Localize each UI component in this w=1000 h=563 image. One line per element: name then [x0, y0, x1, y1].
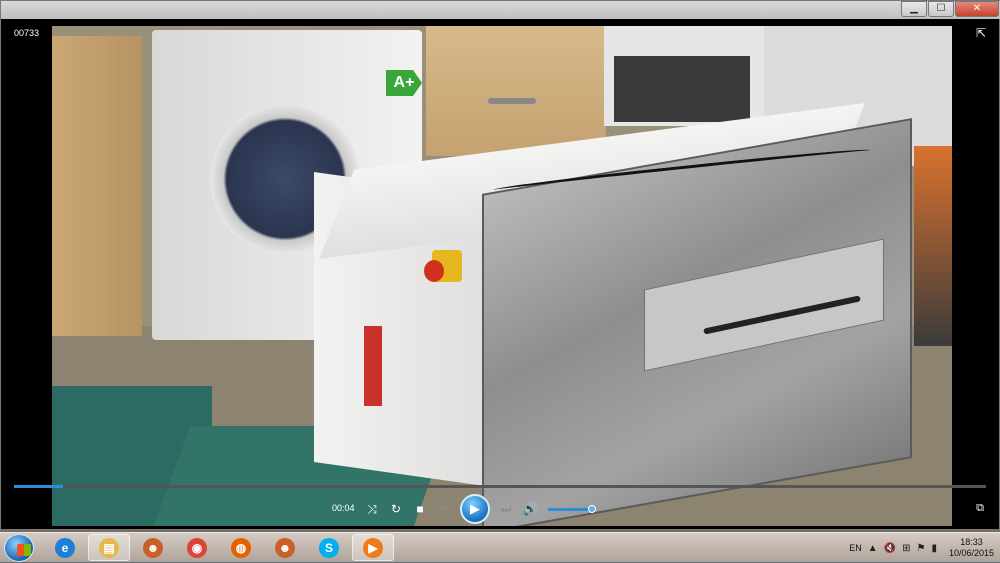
drawer-handle — [488, 98, 536, 104]
taskbar-app-wolf[interactable]: ☻ — [132, 534, 174, 561]
system-tray: EN ▲ 🔇 ⊞ ⚑ ▮ 18:33 10/06/2015 — [849, 533, 994, 563]
cabinet — [52, 36, 142, 336]
switch-to-library-icon[interactable]: ⇱ — [976, 26, 986, 40]
taskbar-media-player[interactable]: ▶ — [352, 534, 394, 561]
play-button[interactable]: ▶ — [460, 494, 490, 524]
title-bar[interactable]: ▁ ☐ ✕ — [1, 1, 1000, 19]
show-hidden-icons-icon[interactable]: ▲ — [868, 543, 878, 554]
app-wolf-icon: ☻ — [143, 537, 163, 558]
repeat-icon[interactable]: ↻ — [384, 502, 408, 516]
chrome-icon: ◉ — [187, 537, 207, 558]
drawer-unit — [426, 26, 606, 156]
close-button[interactable]: ✕ — [955, 1, 999, 17]
volume-tray-icon[interactable]: 🔇 — [884, 543, 896, 554]
skype-icon: S — [319, 537, 339, 558]
taskbar-app-wolf-2[interactable]: ☻ — [264, 534, 306, 561]
emergency-stop — [424, 260, 444, 282]
seek-bar[interactable] — [14, 485, 986, 488]
file-explorer-icon: ▤ — [99, 537, 119, 558]
taskbar-chrome[interactable]: ◉ — [176, 534, 218, 561]
fullscreen-icon[interactable]: ⧉ — [976, 502, 984, 515]
seek-progress — [14, 485, 63, 488]
media-player-window: ▁ ☐ ✕ 00733 ⇱ A+ 00:04 ⤨ ↻ ■ ⏮ ▶ ⏭ 🔊 ⧉ — [0, 0, 1000, 530]
windows-logo-icon — [17, 544, 31, 556]
firefox-icon: ◍ — [231, 537, 251, 558]
maximize-button[interactable]: ☐ — [928, 1, 954, 17]
playback-controls: ⤨ ↻ ■ ⏮ ▶ ⏭ 🔊 — [360, 494, 640, 524]
clock-date: 10/06/2015 — [948, 548, 994, 558]
taskbar-file-explorer[interactable]: ▤ — [88, 534, 130, 561]
brand-label — [364, 326, 382, 406]
action-center-flag-icon[interactable]: ⚑ — [916, 543, 925, 554]
shuffle-icon[interactable]: ⤨ — [360, 502, 384, 517]
current-time: 00:04 — [332, 503, 355, 513]
video-frame[interactable]: A+ — [52, 26, 952, 526]
media-player-icon: ▶ — [363, 537, 383, 558]
network-signal-icon[interactable]: ▮ — [931, 543, 937, 554]
taskbar-internet-explorer[interactable]: e — [44, 534, 86, 561]
clock-time: 18:33 — [960, 537, 983, 547]
stop-icon[interactable]: ■ — [408, 502, 432, 516]
app-wolf-2-icon: ☻ — [275, 537, 295, 558]
taskbar-skype[interactable]: S — [308, 534, 350, 561]
previous-icon[interactable]: ⏮ — [432, 502, 456, 517]
windows-tray-icon[interactable]: ⊞ — [902, 543, 910, 554]
taskbar-pinned-apps: e ▤ ☻ ◉ ◍ ☻ S ▶ — [44, 534, 394, 561]
volume-slider[interactable] — [548, 504, 596, 513]
volume-handle[interactable] — [587, 504, 596, 513]
window-controls: ▁ ☐ ✕ — [901, 1, 999, 17]
volume-icon[interactable]: 🔊 — [518, 502, 542, 516]
minimize-button[interactable]: ▁ — [901, 1, 927, 17]
clock[interactable]: 18:33 10/06/2015 — [949, 537, 994, 559]
oven-door — [614, 56, 750, 122]
video-title: 00733 — [14, 28, 40, 38]
taskbar: e ▤ ☻ ◉ ◍ ☻ S ▶ EN ▲ 🔇 ⊞ ⚑ ▮ 18:33 10/06/2015 — [0, 532, 1000, 562]
start-button[interactable] — [4, 534, 34, 562]
player-area[interactable]: 00733 ⇱ A+ 00:04 ⤨ ↻ ■ ⏮ ▶ ⏭ 🔊 ⧉ — [2, 20, 998, 528]
language-indicator[interactable]: EN — [849, 543, 862, 553]
volume-level — [548, 507, 592, 511]
taskbar-firefox[interactable]: ◍ — [220, 534, 262, 561]
person — [914, 146, 952, 346]
internet-explorer-icon: e — [55, 537, 75, 558]
next-icon[interactable]: ⏭ — [494, 502, 518, 517]
